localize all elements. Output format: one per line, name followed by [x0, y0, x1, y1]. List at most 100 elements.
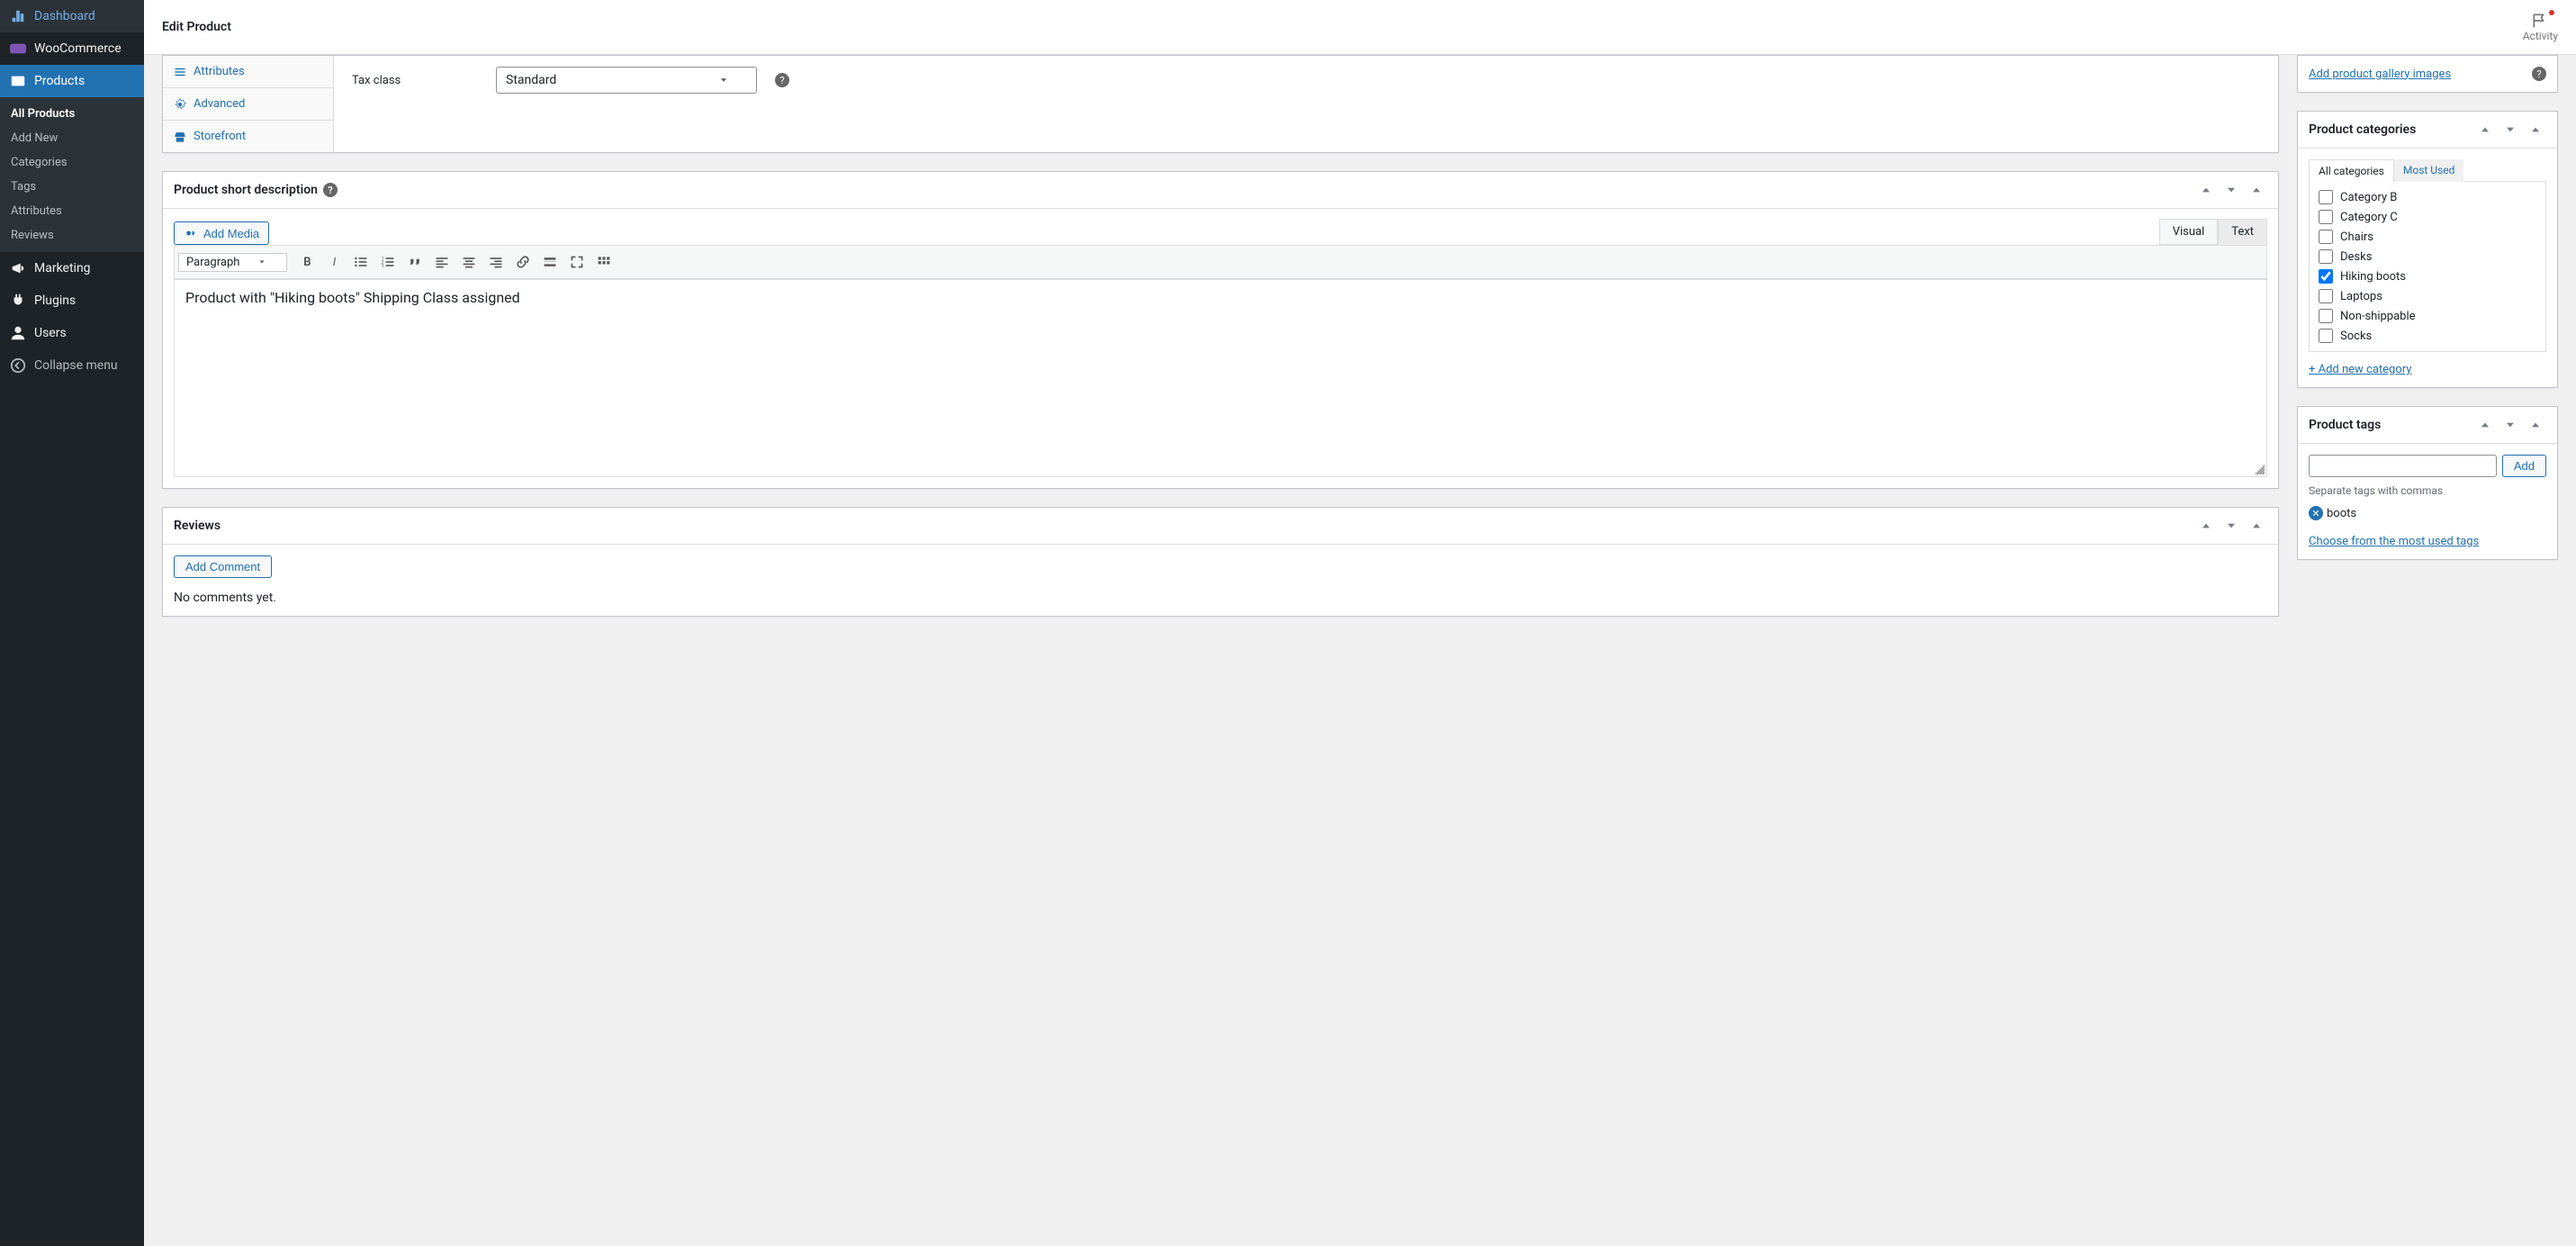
tab-storefront[interactable]: Storefront — [163, 121, 333, 152]
activity-label: Activity — [2523, 30, 2558, 42]
sidebar-item-collapse[interactable]: Collapse menu — [0, 349, 144, 382]
add-media-label: Add Media — [203, 227, 259, 240]
category-checkbox[interactable] — [2319, 309, 2333, 323]
sidebar-item-label: Users — [34, 326, 67, 340]
gear-icon — [174, 98, 186, 111]
add-new-category-link[interactable]: + Add new category — [2309, 363, 2411, 376]
category-checkbox[interactable] — [2319, 329, 2333, 343]
toggle-button[interactable] — [2246, 179, 2267, 201]
blockquote-button[interactable] — [402, 249, 428, 275]
sidebar-item-marketing[interactable]: Marketing — [0, 252, 144, 284]
tab-label: Advanced — [194, 97, 245, 111]
reviews-box: Reviews Add Comment No comments yet. — [162, 507, 2279, 617]
category-checkbox[interactable] — [2319, 190, 2333, 204]
move-down-button[interactable] — [2220, 515, 2242, 537]
help-icon[interactable]: ? — [775, 73, 789, 87]
tags-title: Product tags — [2309, 418, 2381, 432]
tab-label: Storefront — [194, 130, 246, 143]
category-label: Laptops — [2340, 290, 2382, 303]
cat-tab-most-used[interactable]: Most Used — [2394, 159, 2464, 182]
cat-tab-all[interactable]: All categories — [2309, 159, 2394, 182]
tab-advanced[interactable]: Advanced — [163, 88, 333, 121]
category-label: Desks — [2340, 250, 2372, 264]
bullet-list-button[interactable] — [348, 249, 374, 275]
page-title: Edit Product — [162, 20, 231, 34]
add-comment-button[interactable]: Add Comment — [174, 555, 272, 578]
category-item[interactable]: Laptops — [2315, 286, 2540, 306]
sidebar-item-label: Collapse menu — [34, 358, 118, 373]
align-left-button[interactable] — [429, 249, 455, 275]
category-item[interactable]: Socks — [2315, 326, 2540, 346]
category-item[interactable]: Category B — [2315, 187, 2540, 207]
bold-button[interactable]: B — [294, 249, 320, 275]
move-up-button[interactable] — [2195, 515, 2217, 537]
toggle-button[interactable] — [2246, 515, 2267, 537]
fullscreen-button[interactable] — [564, 249, 590, 275]
help-icon[interactable]: ? — [2532, 67, 2546, 81]
media-icon — [184, 226, 198, 240]
resize-handle[interactable] — [2254, 464, 2265, 474]
tag-input[interactable] — [2309, 455, 2497, 477]
category-item[interactable]: Non-shippable — [2315, 306, 2540, 326]
tab-attributes[interactable]: Attributes — [163, 56, 333, 88]
sidebar-item-products[interactable]: Products — [0, 65, 144, 97]
submenu-categories[interactable]: Categories — [0, 150, 144, 175]
category-label: Category C — [2340, 211, 2398, 224]
plug-icon — [9, 292, 27, 310]
move-up-button[interactable] — [2474, 119, 2496, 140]
move-down-button[interactable] — [2499, 414, 2521, 436]
category-label: Category B — [2340, 191, 2397, 204]
move-up-button[interactable] — [2195, 179, 2217, 201]
editor-tab-visual[interactable]: Visual — [2159, 219, 2219, 245]
align-right-button[interactable] — [483, 249, 509, 275]
editor-tab-text[interactable]: Text — [2218, 219, 2267, 245]
submenu-attributes[interactable]: Attributes — [0, 199, 144, 223]
numbered-list-button[interactable]: 123 — [375, 249, 401, 275]
editor-content[interactable]: Product with "Hiking boots" Shipping Cla… — [174, 279, 2267, 477]
category-item[interactable]: Chairs — [2315, 227, 2540, 247]
svg-text:3: 3 — [382, 264, 384, 269]
category-item[interactable]: Category C — [2315, 207, 2540, 227]
toggle-button[interactable] — [2525, 414, 2546, 436]
category-checkbox[interactable] — [2319, 249, 2333, 264]
submenu-reviews[interactable]: Reviews — [0, 223, 144, 248]
short-description-box: Product short description ? — [162, 171, 2279, 489]
sidebar-item-woocommerce[interactable]: WooCommerce — [0, 32, 144, 65]
align-center-button[interactable] — [456, 249, 482, 275]
submenu-add-new[interactable]: Add New — [0, 126, 144, 150]
add-gallery-images-link[interactable]: Add product gallery images — [2309, 68, 2451, 81]
sidebar-item-dashboard[interactable]: Dashboard — [0, 0, 144, 32]
help-icon[interactable]: ? — [323, 183, 338, 197]
sidebar-item-users[interactable]: Users — [0, 317, 144, 349]
toolbar-toggle-button[interactable] — [591, 249, 617, 275]
link-button[interactable] — [510, 249, 536, 275]
products-icon — [9, 72, 27, 90]
sidebar-item-plugins[interactable]: Plugins — [0, 284, 144, 317]
move-up-button[interactable] — [2474, 414, 2496, 436]
move-down-button[interactable] — [2220, 179, 2242, 201]
megaphone-icon — [9, 259, 27, 277]
add-tag-button[interactable]: Add — [2502, 455, 2546, 477]
category-checkbox[interactable] — [2319, 289, 2333, 303]
paragraph-select[interactable]: Paragraph — [178, 253, 287, 272]
woo-icon — [9, 40, 27, 58]
move-down-button[interactable] — [2499, 119, 2521, 140]
category-item[interactable]: Hiking boots — [2315, 266, 2540, 286]
submenu-tags[interactable]: Tags — [0, 175, 144, 199]
add-media-button[interactable]: Add Media — [174, 221, 269, 245]
category-checkbox[interactable] — [2319, 269, 2333, 284]
remove-tag-button[interactable]: ✕ — [2309, 506, 2323, 520]
category-item[interactable]: Desks — [2315, 247, 2540, 266]
insert-more-button[interactable] — [537, 249, 563, 275]
submenu-all-products[interactable]: All Products — [0, 102, 144, 126]
activity-button[interactable]: Activity — [2523, 12, 2558, 42]
toggle-button[interactable] — [2525, 119, 2546, 140]
choose-tags-link[interactable]: Choose from the most used tags — [2309, 535, 2479, 548]
italic-button[interactable]: I — [321, 249, 347, 275]
tax-class-value: Standard — [506, 73, 556, 87]
category-checkbox[interactable] — [2319, 210, 2333, 224]
tax-class-select[interactable]: Standard — [496, 67, 757, 94]
category-checkbox[interactable] — [2319, 230, 2333, 244]
product-tags-box: Product tags Add Separate tags with comm — [2297, 406, 2558, 560]
tag-label: boots — [2327, 507, 2356, 520]
